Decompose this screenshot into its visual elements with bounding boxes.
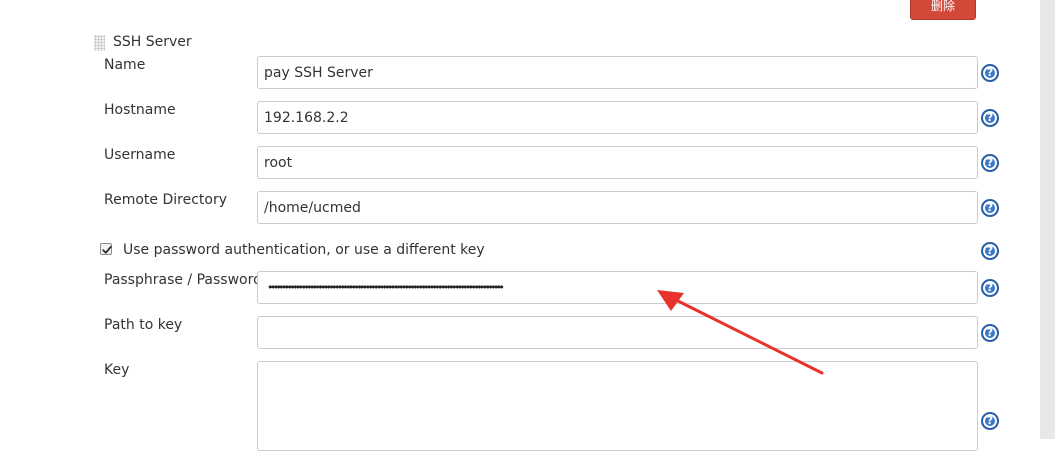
key-textarea[interactable]: [257, 361, 978, 451]
path-to-key-input[interactable]: [257, 316, 978, 349]
use-password-label: Use password authentication, or use a di…: [123, 242, 485, 258]
scrollbar-track[interactable]: [1040, 0, 1055, 439]
help-question-icon[interactable]: ?: [982, 413, 998, 429]
drag-handle-icon[interactable]: [94, 35, 105, 51]
key-label: Key: [104, 362, 130, 378]
help-question-icon[interactable]: ?: [982, 110, 998, 126]
passphrase-input[interactable]: ••••••••••••••••••••••••••••••••••••••••…: [257, 271, 978, 304]
hostname-input[interactable]: [257, 101, 978, 134]
password-mask: ••••••••••••••••••••••••••••••••••••••••…: [267, 281, 505, 294]
help-question-icon[interactable]: ?: [982, 65, 998, 81]
help-question-icon[interactable]: ?: [982, 155, 998, 171]
help-question-icon[interactable]: ?: [982, 325, 998, 341]
use-password-checkbox[interactable]: [100, 243, 112, 255]
name-label: Name: [104, 57, 146, 73]
username-input[interactable]: [257, 146, 978, 179]
remote-directory-input[interactable]: [257, 191, 978, 224]
passphrase-label: Passphrase / Password: [104, 272, 262, 288]
checkmark-icon: [102, 245, 112, 254]
help-question-icon[interactable]: ?: [982, 200, 998, 216]
help-question-icon[interactable]: ?: [982, 243, 998, 259]
delete-button[interactable]: 删除: [910, 0, 976, 20]
username-label: Username: [104, 147, 176, 163]
section-title: SSH Server: [113, 34, 192, 50]
help-question-icon[interactable]: ?: [982, 280, 998, 296]
remote-directory-label: Remote Directory: [104, 192, 227, 208]
hostname-label: Hostname: [104, 102, 176, 118]
path-to-key-label: Path to key: [104, 317, 183, 333]
name-input[interactable]: [257, 56, 978, 89]
